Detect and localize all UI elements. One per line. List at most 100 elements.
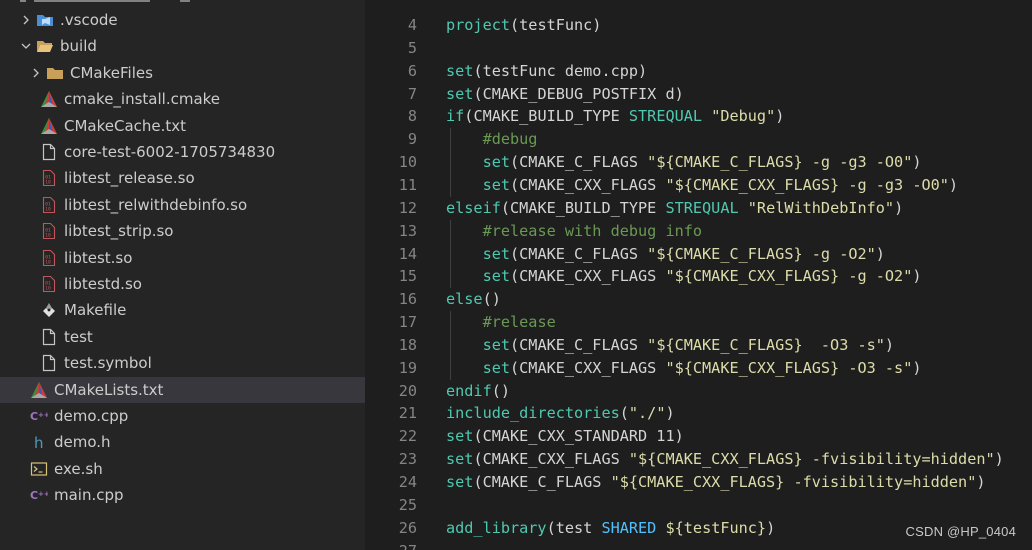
- code-token: set: [482, 267, 511, 286]
- chevron-right-icon[interactable]: [18, 7, 34, 33]
- code-text: else(): [446, 288, 501, 311]
- code-line: 11 set(CMAKE_CXX_FLAGS "${CMAKE_CXX_FLAG…: [365, 174, 1032, 197]
- code-token: "${CMAKE_CXX_FLAGS} -fvisibility=hidden": [628, 450, 995, 469]
- svg-text:10: 10: [45, 286, 51, 292]
- code-editor[interactable]: 4 project(testFunc) 5 6 set(testFunc demo.cp…: [365, 0, 1032, 550]
- cmake-icon: [28, 377, 50, 403]
- code-token: "${CMAKE_C_FLAGS} -g -O2": [647, 244, 876, 263]
- line-number: 24: [398, 473, 417, 491]
- chevron-down-icon[interactable]: [18, 33, 34, 59]
- tree-item[interactable]: exe.sh: [0, 456, 365, 482]
- tree-item-label: cmake_install.cmake: [64, 90, 221, 108]
- watermark: CSDN @HP_0404: [905, 524, 1016, 539]
- code-text: add_library(test SHARED ${testFunc}): [446, 517, 775, 540]
- tree-item[interactable]: h demo.h: [0, 429, 365, 455]
- code-line: 21 include_directories("./"): [365, 402, 1032, 425]
- code-text: set(CMAKE_C_FLAGS "${CMAKE_CXX_FLAGS} -f…: [446, 471, 986, 494]
- line-number: 5: [407, 38, 417, 57]
- tree-item[interactable]: 01 10 libtestd.so: [0, 271, 365, 297]
- tree-item-label: libtest.so: [64, 249, 133, 267]
- tree-item-label: libtest_release.so: [64, 169, 195, 187]
- header-file-icon: h: [28, 429, 50, 455]
- folder-open-icon: [34, 33, 56, 59]
- code-text: set(CMAKE_C_FLAGS "${CMAKE_C_FLAGS} -g -…: [446, 151, 922, 174]
- tree-item-label: main.cpp: [54, 486, 124, 504]
- tree-item[interactable]: 01 10 libtest_release.so: [0, 165, 365, 191]
- code-text: set(CMAKE_CXX_FLAGS "${CMAKE_CXX_FLAGS} …: [446, 448, 1004, 471]
- code-token: STREQUAL: [665, 198, 739, 217]
- code-token: ): [912, 267, 922, 286]
- tree-item[interactable]: CMakeCache.txt: [0, 113, 365, 139]
- svg-text:10: 10: [45, 180, 51, 186]
- code-token: "${CMAKE_CXX_FLAGS} -g -O2": [665, 267, 913, 286]
- tree-item[interactable]: C ++ demo.cpp: [0, 403, 365, 429]
- binary-file-icon: 01 10: [38, 271, 60, 297]
- tree-item[interactable]: C ++ main.cpp: [0, 482, 365, 508]
- code-line: 18 set(CMAKE_C_FLAGS "${CMAKE_C_FLAGS} -…: [365, 334, 1032, 357]
- tree-item[interactable]: test: [0, 324, 365, 350]
- code-line: 15 set(CMAKE_CXX_FLAGS "${CMAKE_CXX_FLAG…: [365, 265, 1032, 288]
- code-token: (CMAKE_CXX_FLAGS: [510, 175, 666, 194]
- line-number: 10: [398, 153, 417, 172]
- line-number: 15: [398, 267, 417, 286]
- tree-item[interactable]: 01 10 libtest_strip.so: [0, 218, 365, 244]
- line-number: 12: [398, 198, 417, 217]
- code-line: 8 if(CMAKE_BUILD_TYPE STREQUAL "Debug"): [365, 105, 1032, 128]
- code-text: project(testFunc): [446, 14, 601, 37]
- tree-item[interactable]: 01 10 libtest.so: [0, 245, 365, 271]
- tree-item[interactable]: 01 10 libtest_relwithdebinfo.so: [0, 192, 365, 218]
- line-number: 26: [398, 518, 417, 537]
- line-number: 17: [398, 313, 417, 332]
- tree-item[interactable]: build: [0, 33, 365, 59]
- code-token: ): [994, 450, 1004, 469]
- svg-text:10: 10: [45, 233, 51, 239]
- code-line: 12 elseif(CMAKE_BUILD_TYPE STREQUAL "RelW…: [365, 197, 1032, 220]
- code-line: 6 set(testFunc demo.cpp): [365, 60, 1032, 83]
- line-number: 14: [398, 244, 417, 263]
- tree-item[interactable]: core-test-6002-1705734830: [0, 139, 365, 165]
- tree-item-label: test.symbol: [64, 354, 152, 372]
- binary-file-icon: 01 10: [38, 245, 60, 271]
- code-token: ): [912, 358, 922, 377]
- cpp-file-icon: C ++: [28, 482, 50, 508]
- cmake-icon: [38, 113, 60, 139]
- code-token: "${CMAKE_CXX_FLAGS} -O3 -s": [665, 358, 913, 377]
- tree-item-label: demo.cpp: [54, 407, 129, 425]
- line-number: 16: [398, 290, 417, 309]
- tree-item[interactable]: cmake_install.cmake: [0, 86, 365, 112]
- code-token: (CMAKE_C_FLAGS: [510, 153, 648, 172]
- code-token: add_library: [446, 518, 547, 537]
- tree-item[interactable]: .vscode: [0, 7, 365, 33]
- code-token: (test: [546, 518, 602, 537]
- tree-item-label: CMakeFiles: [70, 64, 153, 82]
- line-number: 19: [398, 358, 417, 377]
- code-token: ): [948, 175, 959, 194]
- code-token: set: [446, 84, 474, 103]
- code-token: elseif: [446, 198, 501, 217]
- code-token: (testFunc demo.cpp): [473, 61, 648, 80]
- line-number: 22: [398, 427, 417, 446]
- tree-item[interactable]: CMakeFiles: [0, 60, 365, 86]
- folder-icon: [44, 60, 66, 86]
- tree-item[interactable]: CMakeLists.txt: [0, 377, 365, 403]
- code-text: endif(): [446, 380, 510, 403]
- code-token: #release with debug info: [482, 221, 703, 240]
- tree-item[interactable]: test.symbol: [0, 350, 365, 376]
- tree-item-label: demo.h: [54, 433, 111, 451]
- file-icon: [38, 350, 60, 376]
- tree-item[interactable]: Makefile: [0, 297, 365, 323]
- code-token: set: [482, 175, 511, 194]
- code-token: include_directories: [446, 404, 620, 423]
- file-icon: [38, 139, 60, 165]
- binary-file-icon: 01 10: [38, 165, 60, 191]
- code-text: set(CMAKE_CXX_FLAGS "${CMAKE_CXX_FLAGS} …: [446, 174, 959, 197]
- code-token: (CMAKE_C_FLAGS: [473, 473, 611, 491]
- code-token: ): [884, 335, 895, 354]
- chevron-right-icon[interactable]: [28, 60, 44, 86]
